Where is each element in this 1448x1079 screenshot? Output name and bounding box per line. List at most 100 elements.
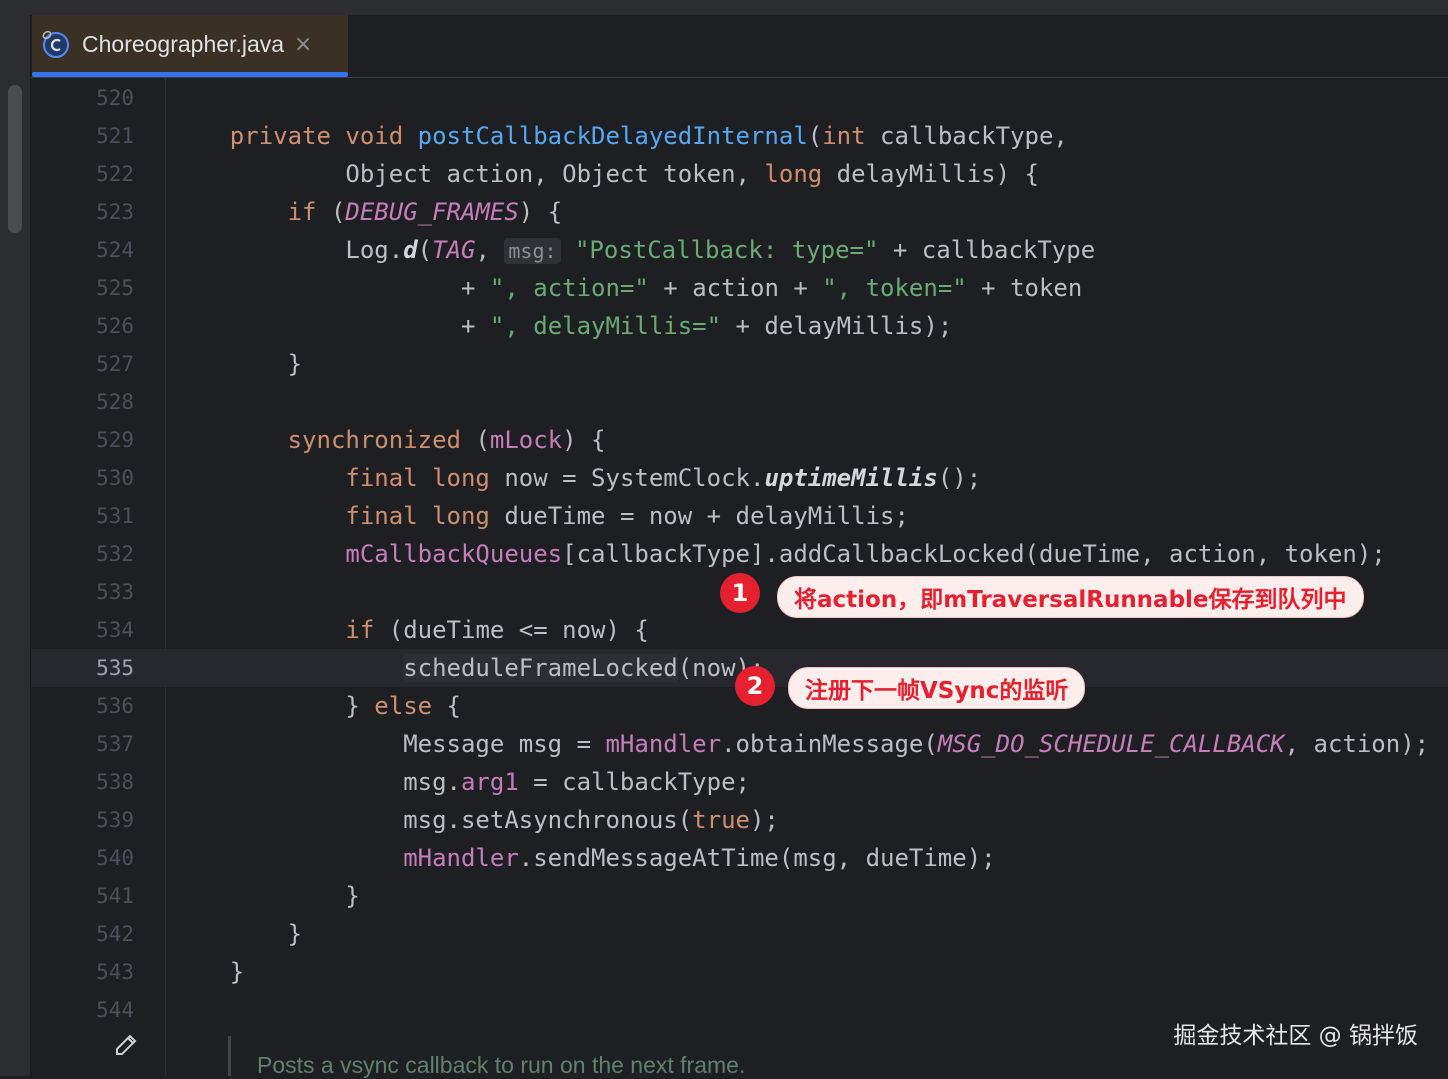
code-token: , action); bbox=[1284, 730, 1430, 758]
close-icon[interactable]: × bbox=[294, 32, 312, 57]
code-line[interactable]: 538 msg.arg1 = callbackType; bbox=[31, 763, 1448, 801]
annotation-note-2: 注册下一帧VSync的监听 bbox=[788, 667, 1086, 709]
line-number: 525 bbox=[96, 276, 134, 300]
annotation-badge-2: 2 bbox=[735, 666, 775, 706]
line-number: 537 bbox=[96, 732, 134, 756]
code-token: (); bbox=[937, 464, 982, 492]
code-line[interactable]: 540 mHandler.sendMessageAtTime(msg, dueT… bbox=[31, 839, 1448, 877]
code-line[interactable]: 543 } bbox=[31, 953, 1448, 991]
code-text: Message msg = mHandler.obtainMessage(MSG… bbox=[172, 725, 1429, 763]
code-line[interactable]: 541 } bbox=[31, 877, 1448, 915]
code-line[interactable]: 527 } bbox=[31, 345, 1448, 383]
code-line[interactable]: 522 Object action, Object token, long de… bbox=[31, 155, 1448, 193]
code-token: msg. bbox=[172, 768, 461, 796]
code-line[interactable]: 532 mCallbackQueues[callbackType].addCal… bbox=[31, 535, 1448, 573]
code-text: } bbox=[172, 915, 302, 953]
code-text: + ", delayMillis=" + delayMillis); bbox=[172, 307, 952, 345]
code-text: msg.setAsynchronous(true); bbox=[172, 801, 779, 839]
code-line[interactable]: 539 msg.setAsynchronous(true); bbox=[31, 801, 1448, 839]
code-token: ( bbox=[417, 236, 433, 264]
code-token: , bbox=[475, 236, 505, 264]
code-token: int bbox=[822, 122, 881, 150]
code-token: final long bbox=[345, 464, 505, 492]
code-text: final long now = SystemClock.uptimeMilli… bbox=[172, 459, 981, 497]
code-text: Log.d(TAG, msg: "PostCallback: type=" + … bbox=[172, 231, 1095, 270]
line-number: 535 bbox=[96, 656, 134, 680]
line-number: 533 bbox=[96, 580, 134, 604]
active-tab-indicator bbox=[32, 72, 348, 77]
code-token: + delayMillis); bbox=[721, 312, 953, 340]
code-token: ", delayMillis=" bbox=[489, 312, 722, 340]
code-token: MSG_DO_SCHEDULE_CALLBACK bbox=[937, 730, 1285, 758]
watermark: 掘金技术社区 @ 锅拌饭 bbox=[1173, 1023, 1418, 1049]
code-token: Message msg = bbox=[172, 730, 606, 758]
code-line[interactable]: 523 if (DEBUG_FRAMES) { bbox=[31, 193, 1448, 231]
line-number: 544 bbox=[96, 998, 134, 1022]
line-number: 521 bbox=[96, 124, 134, 148]
annotation-badge-1: 1 bbox=[720, 573, 760, 613]
code-text: + ", action=" + action + ", token=" + to… bbox=[172, 269, 1082, 307]
code-line[interactable]: 521 private void postCallbackDelayedInte… bbox=[31, 117, 1448, 155]
code-line[interactable]: 529 synchronized (mLock) { bbox=[31, 421, 1448, 459]
line-number: 538 bbox=[96, 770, 134, 794]
pencil-icon[interactable] bbox=[113, 1032, 139, 1058]
code-token: ", token=" bbox=[822, 274, 967, 302]
code-token: mCallbackQueues bbox=[345, 540, 563, 568]
code-token: if bbox=[287, 198, 331, 226]
code-token: postCallbackDelayedInternal bbox=[417, 122, 808, 150]
line-number: 523 bbox=[96, 200, 134, 224]
code-token: ( bbox=[807, 122, 823, 150]
code-token: ) { bbox=[562, 426, 606, 454]
scrollbar-thumb[interactable] bbox=[8, 85, 22, 233]
code-token: mHandler bbox=[403, 844, 519, 872]
code-text: final long dueTime = now + delayMillis; bbox=[172, 497, 909, 535]
code-token: } bbox=[172, 920, 303, 948]
doc-comment-bar bbox=[228, 1036, 231, 1076]
code-token: ) { bbox=[518, 198, 563, 226]
code-token: ", action=" bbox=[489, 274, 649, 302]
code-token: DEBUG_FRAMES bbox=[345, 198, 519, 226]
code-token: mHandler bbox=[605, 730, 722, 758]
code-line[interactable]: 531 final long dueTime = now + delayMill… bbox=[31, 497, 1448, 535]
code-token: true bbox=[692, 806, 750, 834]
code-token: TAG bbox=[432, 236, 476, 264]
code-token: = callbackType; bbox=[518, 768, 750, 796]
code-token: } bbox=[172, 958, 245, 986]
top-toolbar bbox=[0, 0, 1448, 15]
code-token: final long bbox=[345, 502, 505, 530]
code-text: } bbox=[172, 953, 244, 991]
code-token: msg.setAsynchronous( bbox=[172, 806, 693, 834]
code-text: if (DEBUG_FRAMES) { bbox=[172, 193, 563, 231]
code-token: [callbackType].addCallbackLocked(dueTime… bbox=[562, 540, 1386, 568]
line-number: 529 bbox=[96, 428, 134, 452]
line-number: 532 bbox=[96, 542, 134, 566]
code-line[interactable]: 524 Log.d(TAG, msg: "PostCallback: type=… bbox=[31, 231, 1448, 269]
code-token: uptimeMillis bbox=[764, 464, 938, 492]
code-token: ); bbox=[749, 806, 779, 834]
code-line[interactable]: 537 Message msg = mHandler.obtainMessage… bbox=[31, 725, 1448, 763]
code-token: } bbox=[172, 692, 375, 720]
code-token: synchronized bbox=[287, 426, 476, 454]
code-line[interactable]: 526 + ", delayMillis=" + delayMillis); bbox=[31, 307, 1448, 345]
code-token: d bbox=[403, 236, 418, 264]
code-text: mCallbackQueues[callbackType].addCallbac… bbox=[172, 535, 1386, 573]
code-line[interactable]: 520 bbox=[31, 79, 1448, 117]
tab-choreographer-java[interactable]: Choreographer.java × bbox=[32, 15, 348, 73]
code-text: synchronized (mLock) { bbox=[172, 421, 606, 459]
code-text: } bbox=[172, 877, 359, 915]
code-text: private void postCallbackDelayedInternal… bbox=[172, 117, 1068, 155]
code-line[interactable]: 542 } bbox=[31, 915, 1448, 953]
line-number: 536 bbox=[96, 694, 134, 718]
line-number: 542 bbox=[96, 922, 134, 946]
inlay-hint: msg: bbox=[504, 238, 561, 264]
line-number: 540 bbox=[96, 846, 134, 870]
code-line[interactable]: 528 bbox=[31, 383, 1448, 421]
code-line[interactable]: 530 final long now = SystemClock.uptimeM… bbox=[31, 459, 1448, 497]
code-line[interactable]: 525 + ", action=" + action + ", token=" … bbox=[31, 269, 1448, 307]
